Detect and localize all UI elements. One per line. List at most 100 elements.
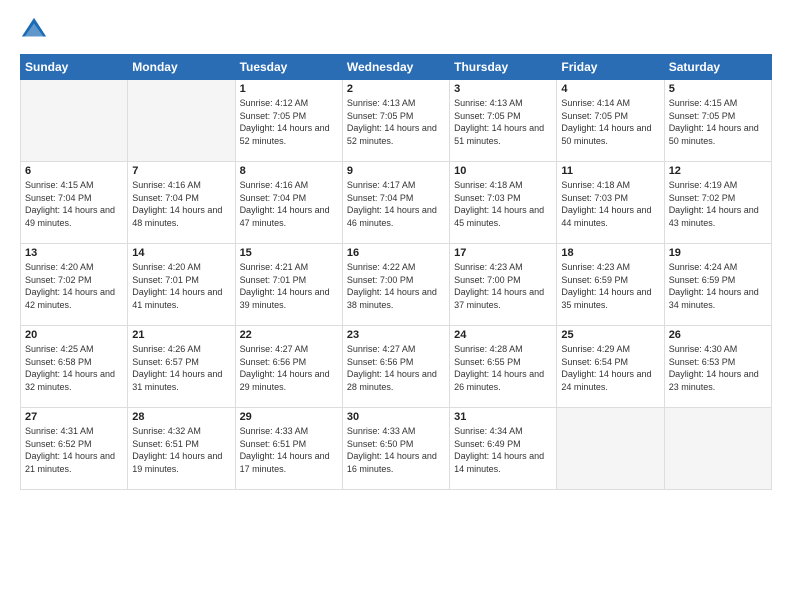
day-number: 28 bbox=[132, 411, 230, 423]
calendar-cell: 6 Sunrise: 4:15 AMSunset: 7:04 PMDaylight… bbox=[21, 162, 128, 244]
day-number: 1 bbox=[240, 83, 338, 95]
header bbox=[20, 16, 772, 44]
day-info: Sunrise: 4:33 AMSunset: 6:51 PMDaylight:… bbox=[240, 425, 338, 475]
day-info: Sunrise: 4:15 AMSunset: 7:04 PMDaylight:… bbox=[25, 179, 123, 229]
day-number: 10 bbox=[454, 165, 552, 177]
calendar-cell: 3Sunrise: 4:13 AMSunset: 7:05 PMDaylight… bbox=[450, 80, 557, 162]
calendar-week-row: 20 Sunrise: 4:25 AMSunset: 6:58 PMDayligh… bbox=[21, 326, 772, 408]
day-number: 29 bbox=[240, 411, 338, 423]
calendar-cell: 14Sunrise: 4:20 AMSunset: 7:01 PMDayligh… bbox=[128, 244, 235, 326]
day-info: Sunrise: 4:21 AMSunset: 7:01 PMDaylight:… bbox=[240, 261, 338, 311]
day-number: 5 bbox=[669, 83, 767, 95]
day-number: 16 bbox=[347, 247, 445, 259]
calendar-cell: 11Sunrise: 4:18 AMSunset: 7:03 PMDayligh… bbox=[557, 162, 664, 244]
calendar-cell: 28Sunrise: 4:32 AMSunset: 6:51 PMDayligh… bbox=[128, 408, 235, 490]
day-info: Sunrise: 4:25 AMSunset: 6:58 PMDaylight:… bbox=[25, 343, 123, 393]
day-number: 15 bbox=[240, 247, 338, 259]
calendar-cell: 19 Sunrise: 4:24 AMSunset: 6:59 PMDayligh… bbox=[664, 244, 771, 326]
logo bbox=[20, 16, 52, 44]
day-number: 30 bbox=[347, 411, 445, 423]
calendar-cell: 9 Sunrise: 4:17 AMSunset: 7:04 PMDaylight… bbox=[342, 162, 449, 244]
day-number: 25 bbox=[561, 329, 659, 341]
day-info: Sunrise: 4:33 AMSunset: 6:50 PMDaylight:… bbox=[347, 425, 445, 475]
day-info: Sunrise: 4:15 AMSunset: 7:05 PMDaylight:… bbox=[669, 97, 767, 147]
day-info: Sunrise: 4:12 AMSunset: 7:05 PMDaylight:… bbox=[240, 97, 338, 147]
day-number: 18 bbox=[561, 247, 659, 259]
calendar-cell: 24 Sunrise: 4:28 AMSunset: 6:55 PMDayligh… bbox=[450, 326, 557, 408]
day-number: 3 bbox=[454, 83, 552, 95]
calendar-header-row: SundayMondayTuesdayWednesdayThursdayFrid… bbox=[21, 55, 772, 80]
day-info: Sunrise: 4:23 AMSunset: 6:59 PMDaylight:… bbox=[561, 261, 659, 311]
day-info: Sunrise: 4:23 AMSunset: 7:00 PMDaylight:… bbox=[454, 261, 552, 311]
calendar-cell: 4 Sunrise: 4:14 AMSunset: 7:05 PMDaylight… bbox=[557, 80, 664, 162]
day-info: Sunrise: 4:18 AMSunset: 7:03 PMDaylight:… bbox=[454, 179, 552, 229]
day-number: 8 bbox=[240, 165, 338, 177]
weekday-header: Sunday bbox=[21, 55, 128, 80]
calendar-cell: 17 Sunrise: 4:23 AMSunset: 7:00 PMDayligh… bbox=[450, 244, 557, 326]
day-number: 20 bbox=[25, 329, 123, 341]
day-number: 11 bbox=[561, 165, 659, 177]
logo-icon bbox=[20, 16, 48, 44]
calendar-week-row: 13 Sunrise: 4:20 AMSunset: 7:02 PMDayligh… bbox=[21, 244, 772, 326]
weekday-header: Wednesday bbox=[342, 55, 449, 80]
weekday-header: Tuesday bbox=[235, 55, 342, 80]
calendar-cell: 29 Sunrise: 4:33 AMSunset: 6:51 PMDayligh… bbox=[235, 408, 342, 490]
calendar-cell: 22Sunrise: 4:27 AMSunset: 6:56 PMDayligh… bbox=[235, 326, 342, 408]
day-number: 19 bbox=[669, 247, 767, 259]
weekday-header: Thursday bbox=[450, 55, 557, 80]
day-number: 26 bbox=[669, 329, 767, 341]
day-number: 2 bbox=[347, 83, 445, 95]
day-number: 24 bbox=[454, 329, 552, 341]
page: SundayMondayTuesdayWednesdayThursdayFrid… bbox=[0, 0, 792, 612]
day-number: 14 bbox=[132, 247, 230, 259]
calendar-cell: 23 Sunrise: 4:27 AMSunset: 6:56 PMDayligh… bbox=[342, 326, 449, 408]
calendar-cell bbox=[664, 408, 771, 490]
calendar-cell: 26 Sunrise: 4:30 AMSunset: 6:53 PMDayligh… bbox=[664, 326, 771, 408]
day-info: Sunrise: 4:30 AMSunset: 6:53 PMDaylight:… bbox=[669, 343, 767, 393]
day-number: 12 bbox=[669, 165, 767, 177]
day-info: Sunrise: 4:29 AMSunset: 6:54 PMDaylight:… bbox=[561, 343, 659, 393]
calendar-cell: 18 Sunrise: 4:23 AMSunset: 6:59 PMDayligh… bbox=[557, 244, 664, 326]
day-number: 23 bbox=[347, 329, 445, 341]
day-info: Sunrise: 4:19 AMSunset: 7:02 PMDaylight:… bbox=[669, 179, 767, 229]
calendar-cell: 20 Sunrise: 4:25 AMSunset: 6:58 PMDayligh… bbox=[21, 326, 128, 408]
day-number: 17 bbox=[454, 247, 552, 259]
calendar-cell: 10 Sunrise: 4:18 AMSunset: 7:03 PMDayligh… bbox=[450, 162, 557, 244]
calendar-cell: 12 Sunrise: 4:19 AMSunset: 7:02 PMDayligh… bbox=[664, 162, 771, 244]
day-number: 4 bbox=[561, 83, 659, 95]
weekday-header: Saturday bbox=[664, 55, 771, 80]
calendar-cell: 15 Sunrise: 4:21 AMSunset: 7:01 PMDayligh… bbox=[235, 244, 342, 326]
calendar-cell: 1 Sunrise: 4:12 AMSunset: 7:05 PMDaylight… bbox=[235, 80, 342, 162]
calendar-cell bbox=[21, 80, 128, 162]
day-info: Sunrise: 4:22 AMSunset: 7:00 PMDaylight:… bbox=[347, 261, 445, 311]
weekday-header: Friday bbox=[557, 55, 664, 80]
calendar-cell: 30 Sunrise: 4:33 AMSunset: 6:50 PMDayligh… bbox=[342, 408, 449, 490]
day-info: Sunrise: 4:20 AMSunset: 7:02 PMDaylight:… bbox=[25, 261, 123, 311]
calendar-cell: 21Sunrise: 4:26 AMSunset: 6:57 PMDayligh… bbox=[128, 326, 235, 408]
weekday-header: Monday bbox=[128, 55, 235, 80]
day-info: Sunrise: 4:13 AMSunset: 7:05 PMDaylight:… bbox=[347, 97, 445, 147]
calendar-cell bbox=[128, 80, 235, 162]
day-info: Sunrise: 4:28 AMSunset: 6:55 PMDaylight:… bbox=[454, 343, 552, 393]
calendar-week-row: 27Sunrise: 4:31 AMSunset: 6:52 PMDayligh… bbox=[21, 408, 772, 490]
calendar-cell: 7Sunrise: 4:16 AMSunset: 7:04 PMDaylight… bbox=[128, 162, 235, 244]
calendar-cell: 8Sunrise: 4:16 AMSunset: 7:04 PMDaylight… bbox=[235, 162, 342, 244]
day-number: 6 bbox=[25, 165, 123, 177]
day-number: 13 bbox=[25, 247, 123, 259]
day-number: 9 bbox=[347, 165, 445, 177]
day-info: Sunrise: 4:31 AMSunset: 6:52 PMDaylight:… bbox=[25, 425, 123, 475]
day-info: Sunrise: 4:24 AMSunset: 6:59 PMDaylight:… bbox=[669, 261, 767, 311]
calendar-cell: 16 Sunrise: 4:22 AMSunset: 7:00 PMDayligh… bbox=[342, 244, 449, 326]
calendar-cell: 31 Sunrise: 4:34 AMSunset: 6:49 PMDayligh… bbox=[450, 408, 557, 490]
day-info: Sunrise: 4:27 AMSunset: 6:56 PMDaylight:… bbox=[347, 343, 445, 393]
day-info: Sunrise: 4:14 AMSunset: 7:05 PMDaylight:… bbox=[561, 97, 659, 147]
day-number: 31 bbox=[454, 411, 552, 423]
calendar-table: SundayMondayTuesdayWednesdayThursdayFrid… bbox=[20, 54, 772, 490]
calendar-cell: 13 Sunrise: 4:20 AMSunset: 7:02 PMDayligh… bbox=[21, 244, 128, 326]
calendar-cell: 25 Sunrise: 4:29 AMSunset: 6:54 PMDayligh… bbox=[557, 326, 664, 408]
day-info: Sunrise: 4:17 AMSunset: 7:04 PMDaylight:… bbox=[347, 179, 445, 229]
day-info: Sunrise: 4:34 AMSunset: 6:49 PMDaylight:… bbox=[454, 425, 552, 475]
day-info: Sunrise: 4:26 AMSunset: 6:57 PMDaylight:… bbox=[132, 343, 230, 393]
calendar-cell: 27Sunrise: 4:31 AMSunset: 6:52 PMDayligh… bbox=[21, 408, 128, 490]
day-info: Sunrise: 4:27 AMSunset: 6:56 PMDaylight:… bbox=[240, 343, 338, 393]
